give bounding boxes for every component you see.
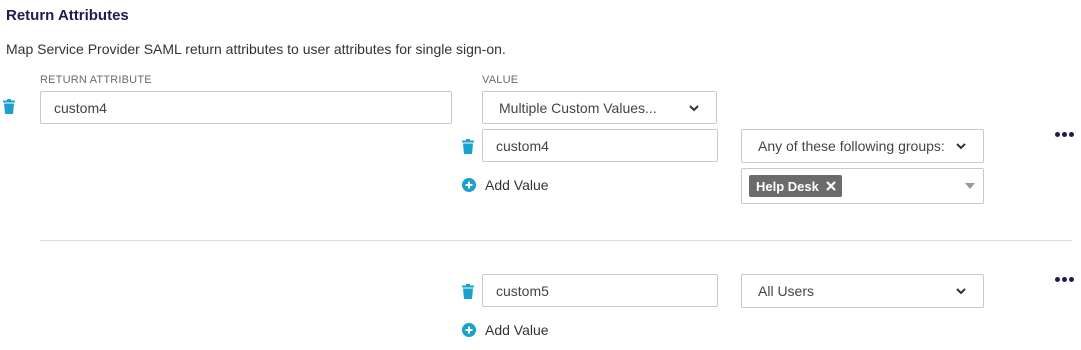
chevron-down-icon [689,104,699,111]
add-value-button-2[interactable]: Add Value [462,322,549,338]
close-icon[interactable] [826,181,836,191]
chevron-down-icon [956,288,966,295]
more-dot [1062,132,1067,137]
condition-selected-2: All Users [758,283,815,299]
more-dot [1069,132,1074,137]
group-tag: Help Desk [749,175,842,197]
more-dots-icon [1055,277,1060,282]
section-title: Return Attributes [6,7,129,24]
add-value-button[interactable]: Add Value [462,177,549,193]
custom-value-input[interactable]: custom4 [482,129,718,162]
custom-value-input-value-2: custom5 [496,282,549,299]
more-dot [1069,277,1074,282]
condition-selected: Any of these following groups: [758,138,945,154]
condition-select[interactable]: Any of these following groups: [741,129,984,163]
group-multiselect[interactable]: Help Desk [741,168,984,204]
section-description: Map Service Provider SAML return attribu… [6,41,506,57]
divider [40,240,1072,241]
return-attribute-input[interactable]: custom4 [40,91,452,124]
value-type-select[interactable]: Multiple Custom Values... [482,91,717,124]
add-value-label-2: Add Value [485,322,549,338]
delete-value-button-2[interactable] [462,284,474,304]
value-type-selected: Multiple Custom Values... [499,99,657,116]
trash-icon [462,139,474,154]
value-column-label: VALUE [482,74,519,86]
return-attribute-column-label: RETURN ATTRIBUTE [40,74,152,86]
condition-select-2[interactable]: All Users [741,274,984,308]
custom-value-input-value: custom4 [496,137,549,154]
delete-value-button[interactable] [462,139,474,159]
custom-value-input-2[interactable]: custom5 [482,274,718,307]
add-value-label: Add Value [485,177,549,193]
trash-icon [3,99,15,114]
chevron-down-icon [956,143,966,150]
more-dot [1062,277,1067,282]
plus-circle-icon [462,323,476,337]
caret-down-icon[interactable] [965,183,975,189]
return-attribute-input-value: custom4 [54,99,107,116]
more-options-button[interactable] [1055,132,1074,137]
group-tag-label: Help Desk [756,178,819,194]
delete-attribute-button[interactable] [3,99,15,119]
more-options-button-2[interactable] [1055,277,1074,282]
trash-icon [462,284,474,299]
more-dots-icon [1055,132,1060,137]
plus-circle-icon [462,178,476,192]
